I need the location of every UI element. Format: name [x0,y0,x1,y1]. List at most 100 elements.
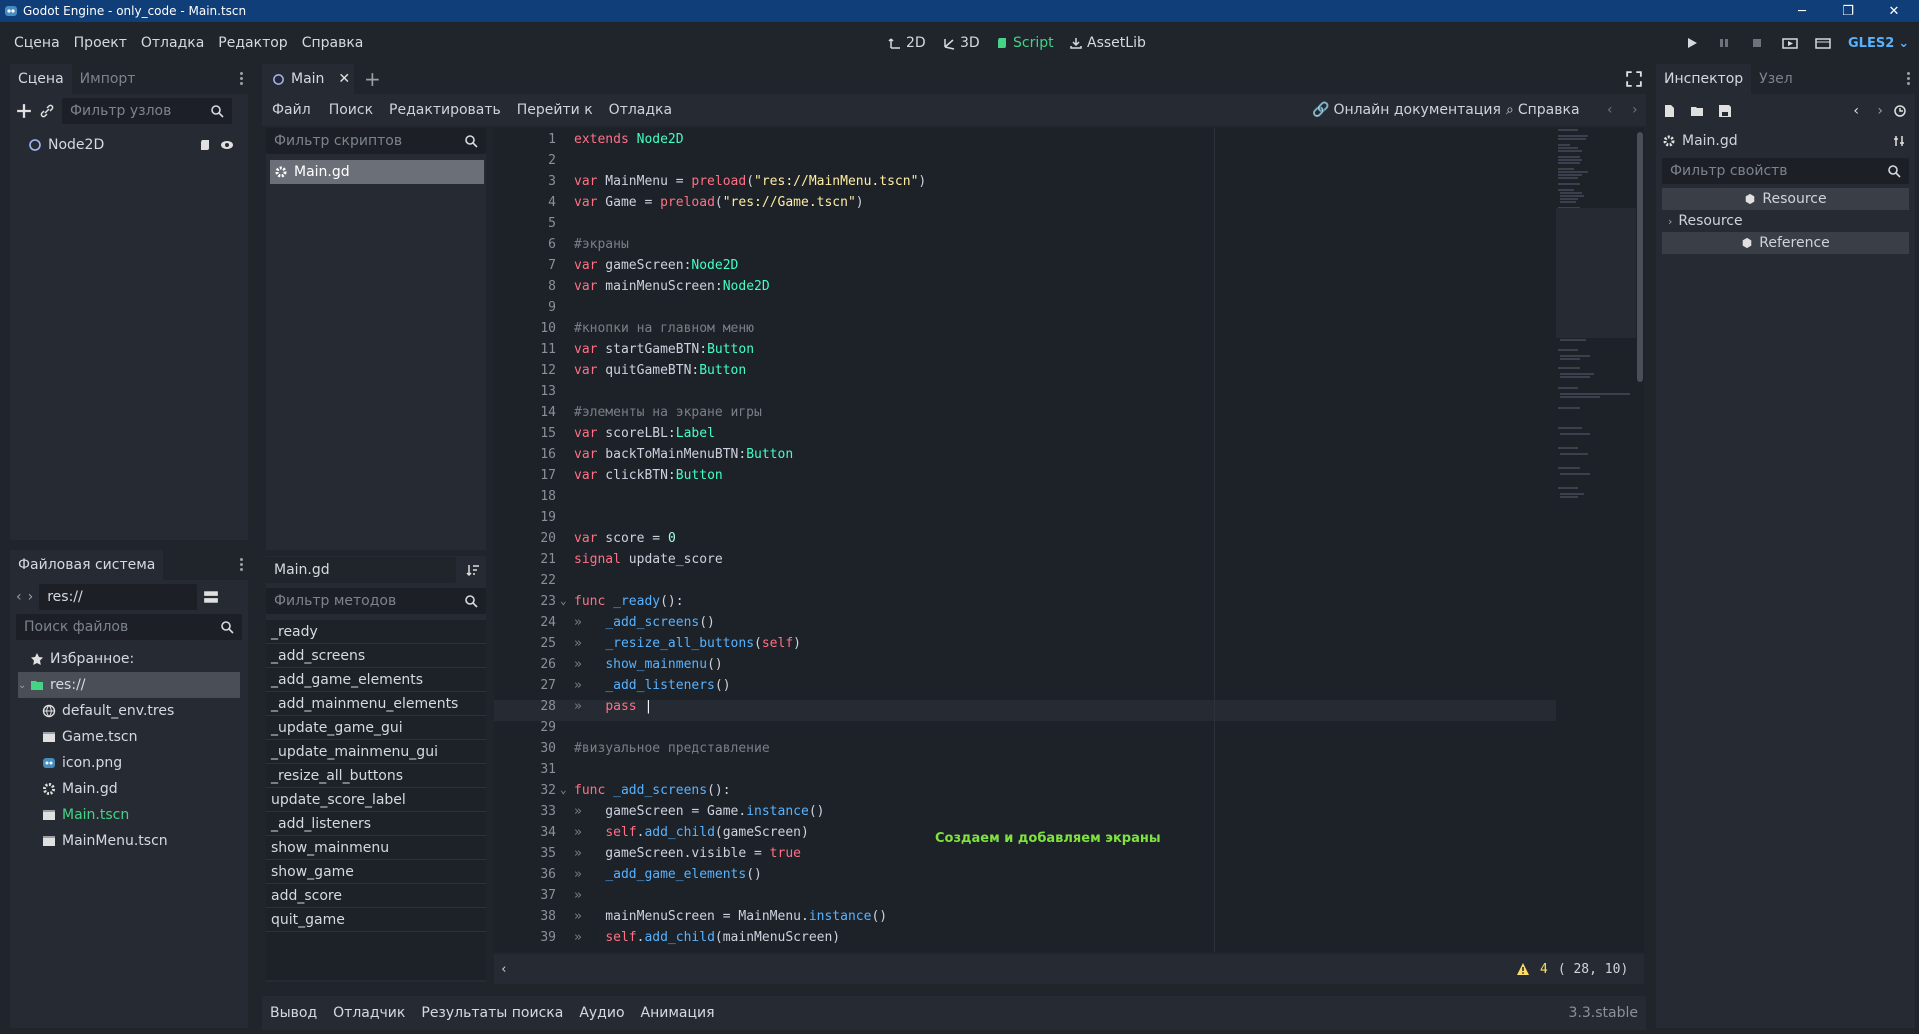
code-line[interactable]: signal update_score [574,552,723,567]
prev-object-icon[interactable]: ‹ [1853,103,1859,119]
file-row[interactable]: icon.png [18,750,248,776]
code-scrollbar-thumb[interactable] [1637,132,1643,382]
tab-scene[interactable]: Сцена [10,64,72,94]
code-line[interactable]: var Game = preload("res://Game.tscn") [574,195,864,210]
nav-forward-icon[interactable]: › [28,589,34,605]
workspace-3d-button[interactable]: 3D [942,22,980,64]
code-line[interactable]: » mainMenuScreen = MainMenu.instance() [574,909,887,924]
close-tab-icon[interactable]: ✕ [338,71,350,87]
script-list-item[interactable]: Main.gd [270,160,484,184]
tab-debugger[interactable]: Отладчик [325,1005,413,1021]
pause-icon[interactable] [1717,22,1731,64]
method-item[interactable]: _add_listeners [266,812,486,836]
code-line[interactable]: var clickBTN:Button [574,468,723,483]
distraction-free-icon[interactable] [1626,71,1642,87]
tab-audio[interactable]: Аудио [571,1005,632,1021]
link-icon[interactable] [40,104,54,118]
method-item[interactable]: _resize_all_buttons [266,764,486,788]
method-item[interactable]: show_game [266,860,486,884]
method-item[interactable]: _add_screens [266,644,486,668]
code-line[interactable]: func _add_screens(): [574,783,731,798]
tab-output[interactable]: Вывод [262,1005,325,1021]
online-docs-button[interactable]: 🔗 Онлайн документация [1312,102,1501,118]
new-resource-icon[interactable] [1662,104,1676,118]
fs-path-input[interactable]: res:// [39,584,198,610]
fold-arrow-icon[interactable]: ⌄ [560,783,567,796]
history-icon[interactable] [1893,104,1907,118]
script-menu-debug[interactable]: Отладка [601,102,680,118]
object-properties-icon[interactable] [1893,134,1907,148]
open-folder-icon[interactable] [1690,104,1704,118]
nav-back-icon[interactable]: ‹ [16,589,22,605]
fold-arrow-icon[interactable]: ⌄ [560,594,567,607]
script-filter-input[interactable]: Фильтр скриптов [266,128,486,154]
code-editor[interactable]: 1 extends Node2D 2 3 var MainMenu = preload(… [494,128,1644,952]
node-row-root[interactable]: Node2D [28,132,242,158]
favorites-row[interactable]: Избранное: [18,646,248,672]
close-window-icon[interactable]: ✕ [1877,0,1911,22]
property-filter-input[interactable]: Фильтр свойств [1662,158,1909,184]
restore-icon[interactable]: ❐ [1831,0,1865,22]
code-line[interactable]: #визуальное представление [574,741,770,756]
method-item[interactable]: _ready [266,620,486,644]
filesystem-menu-icon[interactable] [240,558,244,573]
split-view-icon[interactable] [203,589,219,605]
menu-help[interactable]: Справка [295,35,371,51]
code-line[interactable]: func _ready(): [574,594,684,609]
file-search-input[interactable]: Поиск файлов [16,614,242,640]
history-forward-icon[interactable]: › [1632,102,1638,118]
code-line[interactable]: var mainMenuScreen:Node2D [574,279,770,294]
history-back-icon[interactable]: ‹ [1607,102,1613,118]
method-item[interactable]: _add_game_elements [266,668,486,692]
code-line[interactable]: var scoreLBL:Label [574,426,715,441]
tab-inspector[interactable]: Инспектор [1656,64,1752,94]
method-filter-input[interactable]: Фильтр методов [266,588,486,614]
scene-dock-menu-icon[interactable] [240,72,244,87]
code-line[interactable]: » _add_listeners() [574,678,731,693]
tab-animation[interactable]: Анимация [633,1005,723,1021]
collapse-panel-icon[interactable]: ‹ [494,962,508,977]
code-line[interactable]: var quitGameBTN:Button [574,363,746,378]
script-attached-icon[interactable] [198,138,212,152]
menu-editor[interactable]: Редактор [211,35,294,51]
workspace-2d-button[interactable]: 2D [888,22,926,64]
method-item[interactable]: quit_game [266,908,486,932]
scene-tab-main[interactable]: Main ✕ [262,64,354,94]
play-custom-scene-icon[interactable] [1815,22,1831,64]
help-search-button[interactable]: ⌕ Справка [1506,102,1580,118]
tab-filesystem[interactable]: Файловая система [10,550,164,580]
code-line[interactable]: var MainMenu = preload("res://MainMenu.t… [574,174,926,189]
tab-import[interactable]: Импорт [72,64,144,94]
code-line[interactable]: » self.add_child(mainMenuScreen) [574,930,840,945]
renderer-select[interactable]: GLES2 ⌄ [1848,22,1909,64]
script-menu-file[interactable]: Файл [262,102,321,118]
script-menu-edit[interactable]: Редактировать [381,102,509,118]
warning-count[interactable]: 4 [1540,962,1548,977]
code-line[interactable]: var score = 0 [574,531,676,546]
menu-debug[interactable]: Отладка [134,35,211,51]
method-item[interactable]: update_score_label [266,788,486,812]
play-icon[interactable] [1685,22,1699,64]
workspace-assetlib-button[interactable]: AssetLib [1069,22,1146,64]
add-node-icon[interactable] [16,103,32,119]
sort-icon[interactable] [466,563,480,577]
method-item[interactable]: _update_game_gui [266,716,486,740]
code-line[interactable]: » gameScreen.visible = true [574,846,801,861]
file-row-active[interactable]: Main.tscn [18,802,248,828]
method-item[interactable]: add_score [266,884,486,908]
node-filter-input[interactable]: Фильтр узлов [62,98,232,124]
resource-section-toggle[interactable]: › Resource [1662,210,1909,232]
code-line[interactable]: extends Node2D [574,132,684,147]
code-line[interactable]: var gameScreen:Node2D [574,258,738,273]
tab-node[interactable]: Узел [1751,64,1801,94]
add-tab-icon[interactable]: + [364,67,381,91]
fs-root-row[interactable]: ⌄ res:// [18,672,240,698]
code-line[interactable]: » _add_screens() [574,615,715,630]
tab-search-results[interactable]: Результаты поиска [413,1005,571,1021]
workspace-script-button[interactable]: Script [995,22,1054,64]
method-item[interactable]: _add_mainmenu_elements [266,692,486,716]
code-line[interactable]: » pass | [574,699,652,714]
warning-icon[interactable] [1516,962,1530,976]
code-line[interactable]: » _resize_all_buttons(self) [574,636,801,651]
file-row[interactable]: default_env.tres [18,698,248,724]
